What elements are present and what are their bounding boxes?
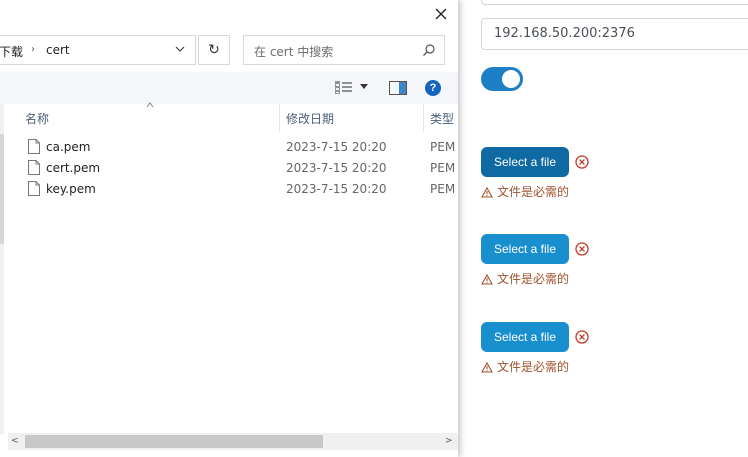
column-header-name[interactable]: 名称 — [25, 110, 49, 127]
file-row[interactable]: key.pem 2023-7-15 20:20 PEM — [0, 180, 458, 200]
toggle-knob — [502, 70, 520, 88]
column-divider[interactable] — [423, 104, 424, 132]
file-type: PEM — [430, 140, 456, 154]
error-text: 文件是必需的 — [497, 360, 570, 374]
file-type: PEM — [430, 161, 456, 175]
file-name: cert.pem — [46, 161, 101, 175]
scroll-right-icon[interactable]: > — [445, 436, 453, 446]
docker-connection-form: 192.168.50.200:2376 Select a file 文件是必需的… — [458, 0, 748, 457]
error-message: 文件是必需的 — [481, 183, 569, 200]
warning-icon — [481, 186, 493, 198]
horizontal-scrollbar[interactable]: < > — [8, 433, 458, 450]
file-date: 2023-7-15 20:20 — [286, 140, 387, 154]
file-icon — [28, 139, 40, 154]
error-message: 文件是必需的 — [481, 270, 569, 287]
preview-pane-icon[interactable] — [389, 81, 407, 95]
error-message: 文件是必需的 — [481, 358, 569, 375]
file-row[interactable]: cert.pem 2023-7-15 20:20 PEM — [0, 159, 458, 179]
search-icon — [423, 44, 435, 56]
column-divider[interactable] — [279, 104, 280, 132]
host-input[interactable]: 192.168.50.200:2376 — [481, 18, 748, 50]
clear-circle-icon[interactable] — [574, 154, 590, 170]
previous-field-edge — [481, 0, 748, 5]
close-icon[interactable] — [432, 5, 450, 23]
search-placeholder: 在 cert 中搜索 — [254, 45, 334, 59]
warning-icon — [481, 361, 493, 373]
scroll-thumb[interactable] — [25, 435, 323, 448]
breadcrumb-cert[interactable]: cert — [46, 43, 70, 57]
file-icon — [28, 160, 40, 175]
address-bar[interactable]: 下载 › cert — [0, 35, 196, 65]
search-input[interactable]: 在 cert 中搜索 — [243, 35, 445, 65]
clear-circle-icon[interactable] — [574, 329, 590, 345]
clear-circle-icon[interactable] — [574, 241, 590, 257]
scroll-left-icon[interactable]: < — [11, 436, 19, 446]
error-text: 文件是必需的 — [497, 185, 570, 199]
view-options-icon[interactable] — [335, 81, 353, 95]
file-date: 2023-7-15 20:20 — [286, 161, 387, 175]
view-dropdown-icon[interactable] — [360, 84, 368, 90]
column-header-date[interactable]: 修改日期 — [286, 110, 334, 127]
file-icon — [28, 181, 40, 196]
file-open-dialog: 下载 › cert ↻ 在 cert 中搜索 ? 名称 修改日期 类型 ca.p… — [0, 0, 458, 457]
file-row[interactable]: ca.pem 2023-7-15 20:20 PEM — [0, 138, 458, 158]
chevron-down-icon[interactable] — [175, 45, 185, 53]
file-name: key.pem — [46, 182, 96, 196]
refresh-icon: ↻ — [208, 42, 220, 58]
error-text: 文件是必需的 — [497, 272, 570, 286]
chevron-right-icon: › — [31, 44, 35, 55]
file-name: ca.pem — [46, 140, 91, 154]
file-date: 2023-7-15 20:20 — [286, 182, 387, 196]
tls-toggle[interactable] — [481, 67, 523, 91]
help-icon[interactable]: ? — [425, 80, 441, 96]
warning-icon — [481, 273, 493, 285]
sort-ascending-icon — [146, 102, 154, 108]
file-type: PEM — [430, 182, 456, 196]
select-file-button[interactable]: Select a file — [481, 322, 569, 352]
breadcrumb-downloads[interactable]: 下载 — [0, 43, 23, 60]
select-file-button[interactable]: Select a file — [481, 234, 569, 264]
select-file-button[interactable]: Select a file — [481, 147, 569, 177]
column-header-type[interactable]: 类型 — [430, 110, 454, 127]
refresh-button[interactable]: ↻ — [198, 35, 230, 65]
